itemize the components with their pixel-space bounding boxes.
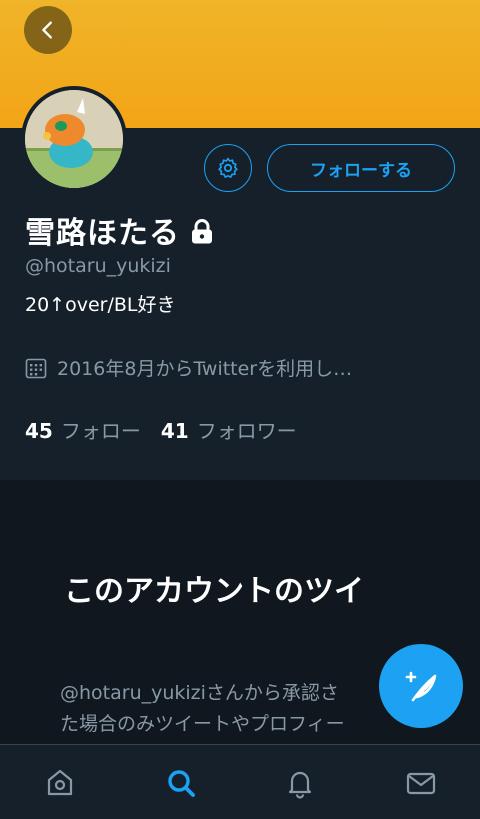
name-row: 雪路ほたる (25, 208, 214, 252)
protected-body-line-2: た場合のみツイートやプロフィー (60, 713, 345, 735)
lock-icon (192, 219, 212, 244)
followers-label: フォロワー (196, 419, 297, 443)
chevron-left-icon (42, 21, 52, 39)
bell-icon (288, 771, 312, 799)
search-icon (168, 770, 195, 797)
back-button[interactable] (24, 6, 72, 54)
gear-icon (218, 157, 238, 178)
avatar-image (25, 90, 123, 188)
display-name: 雪路ほたる (25, 216, 180, 251)
followers-count: 41 (160, 419, 189, 443)
tab-home[interactable] (42, 765, 78, 801)
profile-bio: 20↑over/BL好き (25, 294, 176, 316)
followers-link[interactable]: 41 フォロワー (161, 415, 297, 444)
joined-date-row: 2016年8月からTwitterを利用し… (25, 354, 352, 381)
follow-button[interactable]: フォローする (267, 144, 455, 192)
avatar[interactable] (21, 86, 127, 192)
compose-tweet-icon (405, 671, 437, 702)
tab-messages[interactable] (403, 765, 439, 801)
joined-date: 2016年8月からTwitterを利用し… (57, 358, 353, 380)
profile-handle: @hotaru_yukizi (25, 255, 171, 277)
tab-notifications[interactable] (282, 765, 318, 801)
following-count: 45 (25, 419, 53, 443)
profile-header: フォローする 雪路ほたる @hotaru_yukizi 20↑over/BL好き… (0, 86, 480, 480)
home-icon (47, 769, 73, 796)
calendar-icon (25, 358, 47, 378)
following-link[interactable]: 45 フォロー (25, 415, 141, 444)
protected-title: このアカウントのツイ (64, 574, 364, 609)
settings-button[interactable] (204, 144, 252, 192)
follow-counts: 45 フォロー 41 フォロワー (25, 415, 297, 444)
following-label: フォロー (60, 419, 141, 443)
tab-search[interactable] (163, 765, 199, 801)
bottom-tab-bar (0, 744, 480, 819)
mail-icon (406, 772, 436, 795)
compose-tweet-button[interactable] (379, 644, 463, 728)
